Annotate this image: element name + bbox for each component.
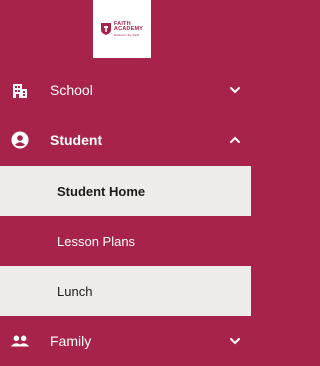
- nav-item-student[interactable]: Student: [0, 115, 251, 165]
- chevron-down-icon[interactable]: [229, 335, 241, 347]
- nav-item-family[interactable]: Family: [0, 316, 251, 366]
- nav-label-student: Student: [50, 132, 103, 148]
- subnav-item-lesson-plans[interactable]: Lesson Plans: [0, 216, 251, 266]
- user-circle-icon: [10, 130, 30, 150]
- subnav-item-student-home[interactable]: Student Home: [0, 166, 251, 216]
- nav-label-school: School: [50, 82, 93, 98]
- chevron-up-icon[interactable]: [229, 134, 241, 146]
- subnav-label-student-home: Student Home: [57, 183, 146, 199]
- school-logo[interactable]: FAITH ACADEMY Rooted in the Faith: [93, 0, 151, 58]
- logo-tagline: Rooted in the Faith: [113, 32, 140, 37]
- subnav-label-lesson-plans: Lesson Plans: [57, 233, 136, 249]
- logo-line-2: ACADEMY: [113, 26, 144, 32]
- subnav-label-lunch: Lunch: [57, 283, 93, 299]
- nav-label-family: Family: [50, 333, 92, 349]
- nav-item-school[interactable]: School: [0, 65, 251, 115]
- subnav-item-lunch[interactable]: Lunch: [0, 266, 251, 316]
- users-icon: [10, 331, 30, 351]
- shield-icon: [100, 23, 111, 35]
- building-icon: [10, 80, 30, 100]
- chevron-down-icon[interactable]: [229, 84, 241, 96]
